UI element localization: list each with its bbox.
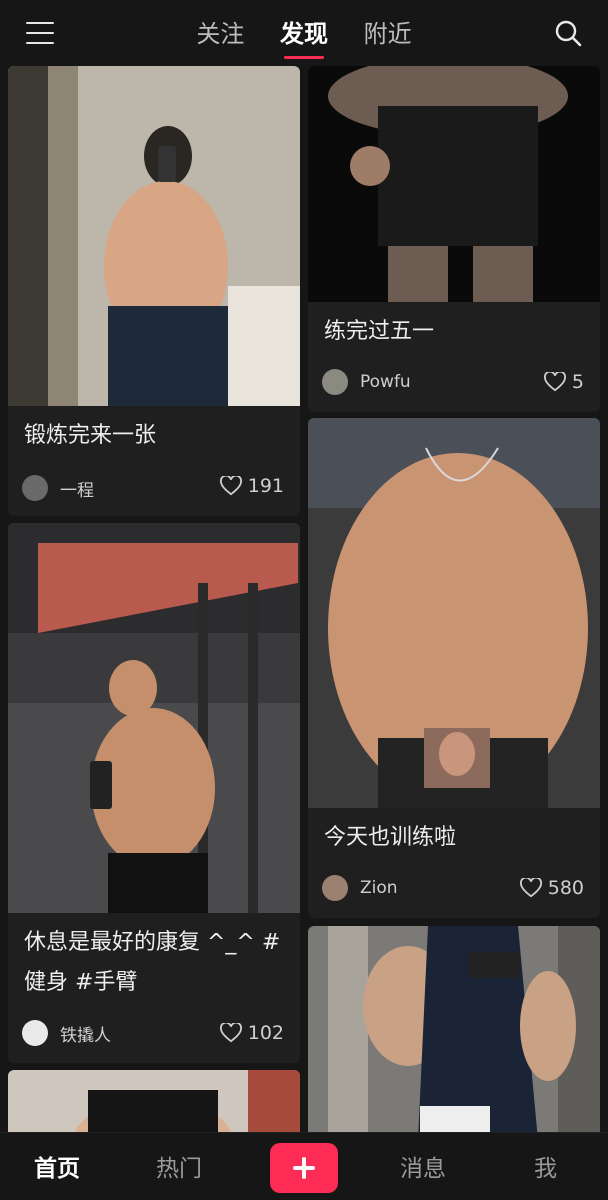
author-name: Zion [360, 878, 398, 898]
author-name: 一程 [60, 480, 94, 501]
heart-icon [543, 372, 566, 392]
post-author[interactable]: Zion [322, 874, 398, 902]
like-count: 102 [247, 1022, 284, 1044]
post-caption[interactable]: 休息是最好的康复 ^_^ #健身 #手臂 [24, 923, 286, 1003]
nav-hot[interactable]: 热门 [156, 1149, 202, 1183]
bottom-nav: 首页 热门 消息 我 [0, 1132, 608, 1200]
like-button[interactable]: 102 [219, 1019, 284, 1047]
post-author[interactable]: Powfu [322, 368, 411, 396]
feed-card[interactable]: 锻炼完来一张 一程 191 [8, 66, 300, 516]
post-photo[interactable] [8, 523, 300, 913]
post-photo[interactable] [308, 418, 600, 808]
post-photo[interactable] [8, 1070, 300, 1140]
nav-me[interactable]: 我 [534, 1149, 557, 1183]
post-author[interactable]: 铁撬人 [22, 1019, 111, 1047]
avatar[interactable] [22, 1020, 48, 1046]
tab-nearby[interactable]: 附近 [364, 14, 412, 57]
heart-icon [519, 878, 542, 898]
like-button[interactable]: 5 [543, 368, 584, 396]
search-icon[interactable] [554, 19, 582, 47]
nav-home[interactable]: 首页 [34, 1149, 80, 1183]
heart-icon [219, 476, 242, 496]
post-photo[interactable] [8, 66, 300, 406]
like-count: 5 [571, 371, 584, 393]
author-name: 铁撬人 [60, 1025, 111, 1046]
feed-card[interactable]: 练完过五一 Powfu 5 [308, 66, 600, 412]
feed-card[interactable] [8, 1070, 300, 1140]
avatar[interactable] [322, 369, 348, 395]
like-button[interactable]: 191 [219, 472, 284, 500]
feed-tabs: 关注 发现 附近 [0, 14, 608, 59]
avatar[interactable] [22, 475, 48, 501]
post-caption[interactable]: 锻炼完来一张 [24, 416, 286, 456]
tab-following[interactable]: 关注 [196, 14, 244, 57]
like-count: 580 [547, 877, 584, 899]
like-count: 191 [247, 475, 284, 497]
post-caption[interactable]: 今天也训练啦 [324, 818, 586, 858]
feed-card[interactable]: 休息是最好的康复 ^_^ #健身 #手臂 铁撬人 102 [8, 523, 300, 1063]
nav-messages[interactable]: 消息 [400, 1149, 446, 1183]
feed-card[interactable]: 今天也训练啦 Zion 580 [308, 418, 600, 918]
feed-card[interactable] [308, 926, 600, 1140]
tab-discover[interactable]: 发现 [280, 14, 328, 59]
plus-icon[interactable] [270, 1143, 338, 1193]
post-photo[interactable] [308, 926, 600, 1140]
avatar[interactable] [322, 875, 348, 901]
heart-icon [219, 1023, 242, 1043]
post-photo[interactable] [308, 66, 600, 302]
post-author[interactable]: 一程 [22, 474, 94, 502]
like-button[interactable]: 580 [519, 874, 584, 902]
author-name: Powfu [360, 372, 411, 392]
top-bar: 关注 发现 附近 [0, 0, 608, 66]
post-caption[interactable]: 练完过五一 [324, 312, 586, 352]
